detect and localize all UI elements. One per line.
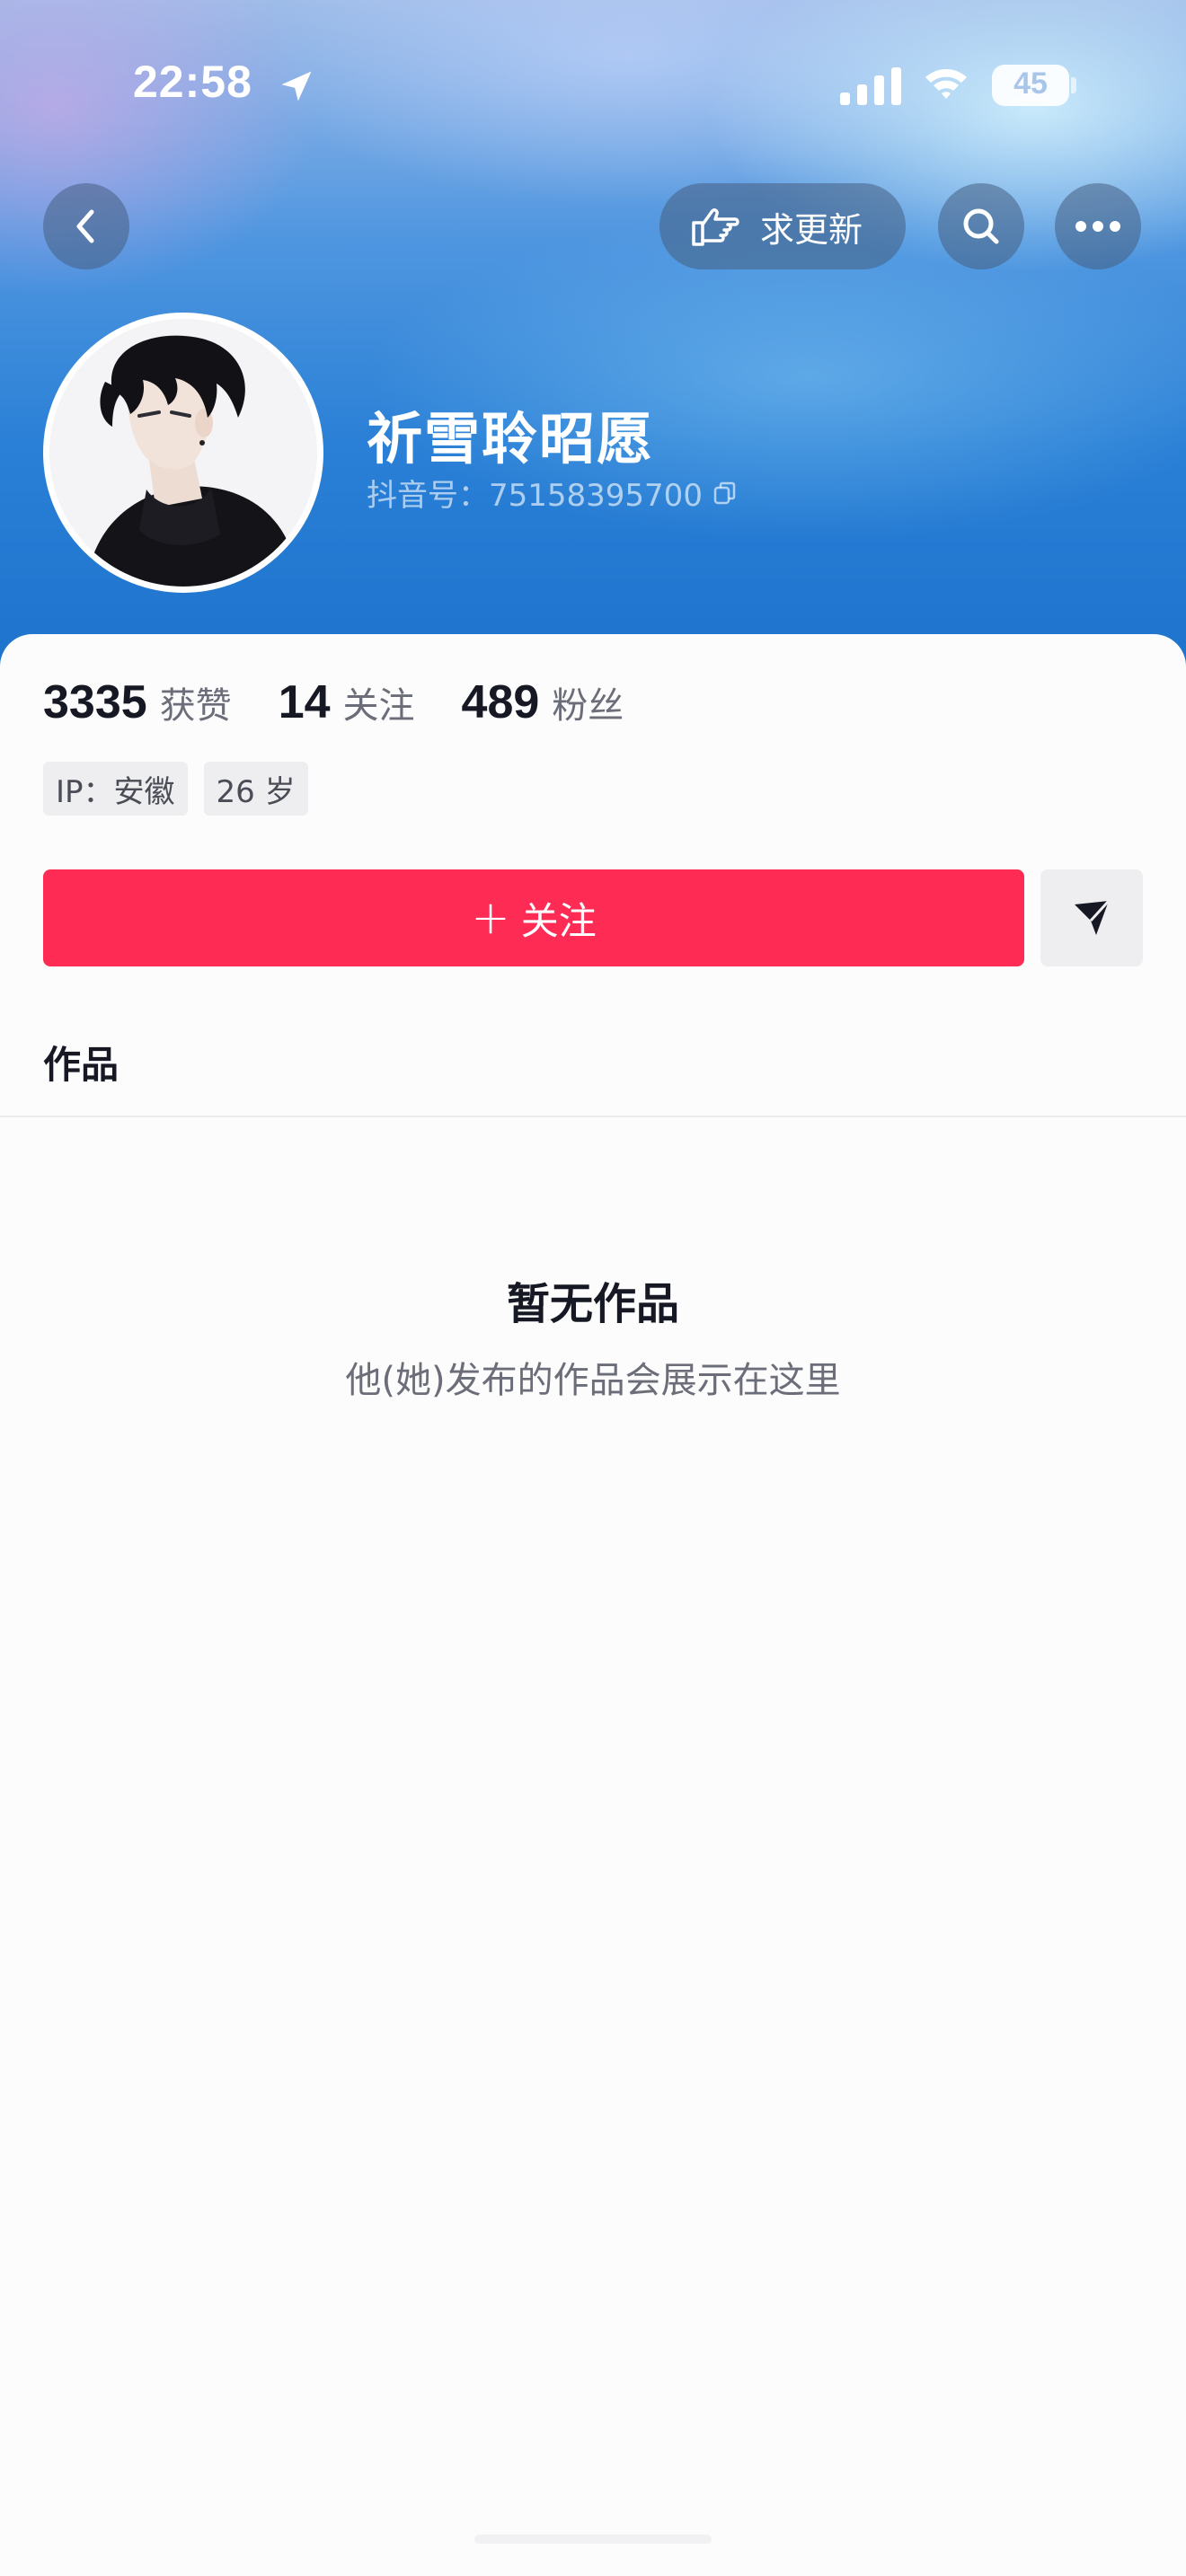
empty-state-title: 暂无作品 [506,1279,679,1329]
back-button[interactable] [43,183,129,269]
request-update-label: 求更新 [760,209,863,250]
status-time: 22:58 [133,57,252,107]
profile-nickname: 祈雪聆昭愿 [367,406,655,472]
send-icon [1075,899,1111,935]
search-button[interactable] [938,183,1024,269]
wifi-icon [925,69,967,99]
status-bar: 22:58 45 [0,0,1186,171]
avatar[interactable] [43,313,323,593]
empty-state-subtitle: 他(她)发布的作品会展示在这里 [345,1360,841,1401]
follow-label: 关注 [520,898,597,943]
search-icon [963,208,999,244]
plus-icon: + [471,891,510,945]
chevron-left-icon [76,209,94,243]
copy-icon[interactable] [712,480,739,507]
stat-following-value: 14 [278,676,331,728]
stat-likes[interactable]: 3335 获赞 [43,675,232,729]
follow-button[interactable]: + 关注 [43,869,1024,966]
tab-works[interactable]: 作品 [43,1035,119,1090]
stat-following[interactable]: 14 关注 [279,675,415,729]
battery-tip [1071,77,1076,93]
tag-ip-location: IP：安徽 [43,762,188,816]
stat-likes-value: 3335 [43,676,147,728]
signal-icon [840,67,901,105]
profile-tags: IP：安徽 26 岁 [43,762,324,816]
request-update-button[interactable]: 求更新 [659,183,906,269]
home-indicator[interactable] [474,2535,712,2544]
stat-following-label: 关注 [342,685,415,727]
stat-followers-value: 489 [461,676,540,728]
more-button[interactable] [1055,183,1141,269]
location-arrow-icon [281,71,312,101]
stat-likes-label: 获赞 [159,685,232,727]
tab-divider [0,1116,1186,1117]
hand-pointing-icon [692,208,739,246]
message-button[interactable] [1040,869,1143,966]
profile-stats: 3335 获赞 14 关注 489 粉丝 [43,675,670,729]
douyin-id-row[interactable]: 抖音号：75158395700 [367,471,739,515]
douyin-id-text: 抖音号：75158395700 [367,478,703,514]
tag-age: 26 岁 [203,762,308,816]
stat-followers-label: 粉丝 [552,685,624,727]
avatar-illustration [49,319,317,587]
battery-level: 45 [1013,66,1048,101]
stat-followers[interactable]: 489 粉丝 [462,675,624,729]
more-dots-icon [1075,221,1120,232]
